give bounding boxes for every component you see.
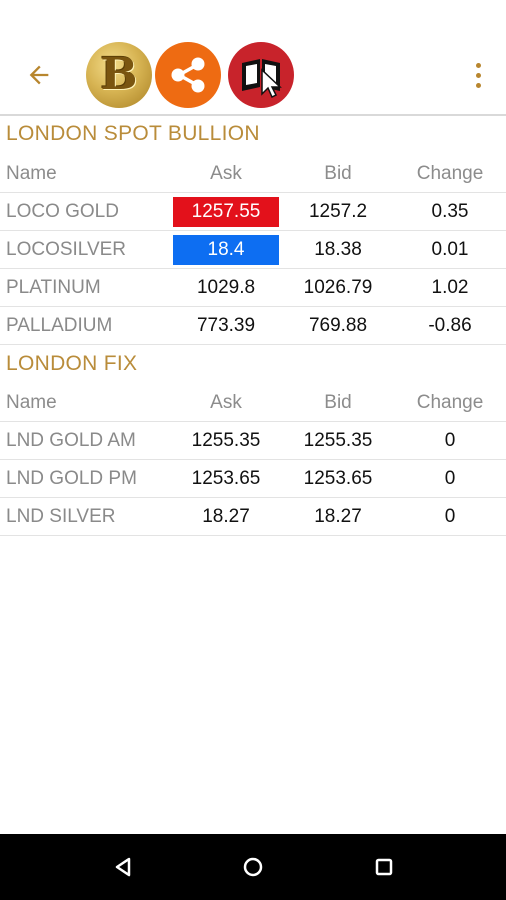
row-name: PALLADIUM bbox=[6, 314, 113, 336]
nav-home-icon bbox=[243, 857, 263, 877]
system-nav-bar bbox=[0, 834, 506, 900]
col-header-name: Name bbox=[6, 391, 57, 413]
brand-logo[interactable]: B bbox=[86, 42, 152, 108]
nav-back-icon bbox=[115, 857, 131, 877]
change-value: 1.02 bbox=[431, 276, 469, 298]
app-bar-divider bbox=[0, 114, 506, 116]
change-value: 0 bbox=[444, 467, 456, 489]
nav-home-button[interactable] bbox=[237, 851, 269, 883]
col-header-change: Change bbox=[416, 391, 484, 413]
fix-table-header: Name Ask Bid Change bbox=[0, 384, 506, 422]
row-name: LOCO GOLD bbox=[6, 200, 119, 222]
fix-section-title: LONDON FIX bbox=[6, 352, 138, 375]
spot-section-title: LONDON SPOT BULLION bbox=[6, 122, 260, 145]
row-name: PLATINUM bbox=[6, 276, 101, 298]
nav-recents-button[interactable] bbox=[368, 851, 400, 883]
change-value: 0 bbox=[444, 429, 456, 451]
col-header-name: Name bbox=[6, 162, 57, 184]
bid-value: 18.27 bbox=[314, 505, 362, 527]
nav-recents-icon bbox=[375, 858, 393, 876]
more-vert-icon bbox=[475, 62, 481, 68]
share-icon bbox=[171, 57, 205, 93]
col-header-change: Change bbox=[416, 162, 484, 184]
col-header-ask: Ask bbox=[210, 162, 242, 184]
row-name: LOCOSILVER bbox=[6, 238, 127, 260]
change-value: 0.35 bbox=[431, 200, 469, 222]
book-cursor-icon bbox=[242, 59, 282, 99]
bid-value: 1257.2 bbox=[308, 200, 368, 222]
bid-value: 1026.79 bbox=[303, 276, 373, 298]
change-value: 0.01 bbox=[431, 238, 469, 260]
ask-value: 773.39 bbox=[196, 314, 256, 336]
table-row[interactable]: LND SILVER 18.27 18.27 0 bbox=[0, 498, 506, 536]
app-bar: B bbox=[0, 0, 506, 114]
share-button[interactable] bbox=[155, 42, 221, 108]
col-header-ask: Ask bbox=[210, 391, 242, 413]
bid-value: 1255.35 bbox=[303, 429, 373, 451]
table-row[interactable]: LND GOLD AM 1255.35 1255.35 0 bbox=[0, 422, 506, 460]
row-name: LND GOLD AM bbox=[6, 429, 136, 451]
spot-table-header: Name Ask Bid Change bbox=[0, 155, 506, 193]
bid-value: 769.88 bbox=[308, 314, 368, 336]
row-name: LND SILVER bbox=[6, 505, 116, 527]
catalog-button[interactable] bbox=[228, 42, 294, 108]
fix-table: Name Ask Bid Change LND GOLD AM 1255.35 … bbox=[0, 384, 506, 536]
ask-value: 1255.35 bbox=[191, 429, 261, 451]
change-value: 0 bbox=[444, 505, 456, 527]
ask-value: 18.4 bbox=[173, 234, 279, 265]
spot-table: Name Ask Bid Change LOCO GOLD 1257.55 12… bbox=[0, 155, 506, 345]
ask-value: 18.27 bbox=[202, 505, 250, 527]
bid-value: 18.38 bbox=[314, 238, 362, 260]
table-row[interactable]: PALLADIUM 773.39 769.88 -0.86 bbox=[0, 307, 506, 345]
ask-value: 1029.8 bbox=[196, 276, 256, 298]
bid-value: 1253.65 bbox=[303, 467, 373, 489]
col-header-bid: Bid bbox=[324, 391, 352, 413]
table-row[interactable]: LOCOSILVER 18.4 18.38 0.01 bbox=[0, 231, 506, 269]
change-value: -0.86 bbox=[428, 314, 472, 336]
brand-letter: B bbox=[100, 49, 138, 100]
nav-back-button[interactable] bbox=[107, 851, 139, 883]
table-row[interactable]: LOCO GOLD 1257.55 1257.2 0.35 bbox=[0, 193, 506, 231]
back-button[interactable] bbox=[20, 56, 58, 94]
row-name: LND GOLD PM bbox=[6, 467, 137, 489]
ask-value: 1257.55 bbox=[173, 196, 279, 227]
ask-value: 1253.65 bbox=[191, 467, 261, 489]
table-row[interactable]: PLATINUM 1029.8 1026.79 1.02 bbox=[0, 269, 506, 307]
table-row[interactable]: LND GOLD PM 1253.65 1253.65 0 bbox=[0, 460, 506, 498]
col-header-bid: Bid bbox=[324, 162, 352, 184]
overflow-menu-button[interactable] bbox=[468, 60, 488, 90]
arrow-left-icon bbox=[29, 65, 49, 85]
